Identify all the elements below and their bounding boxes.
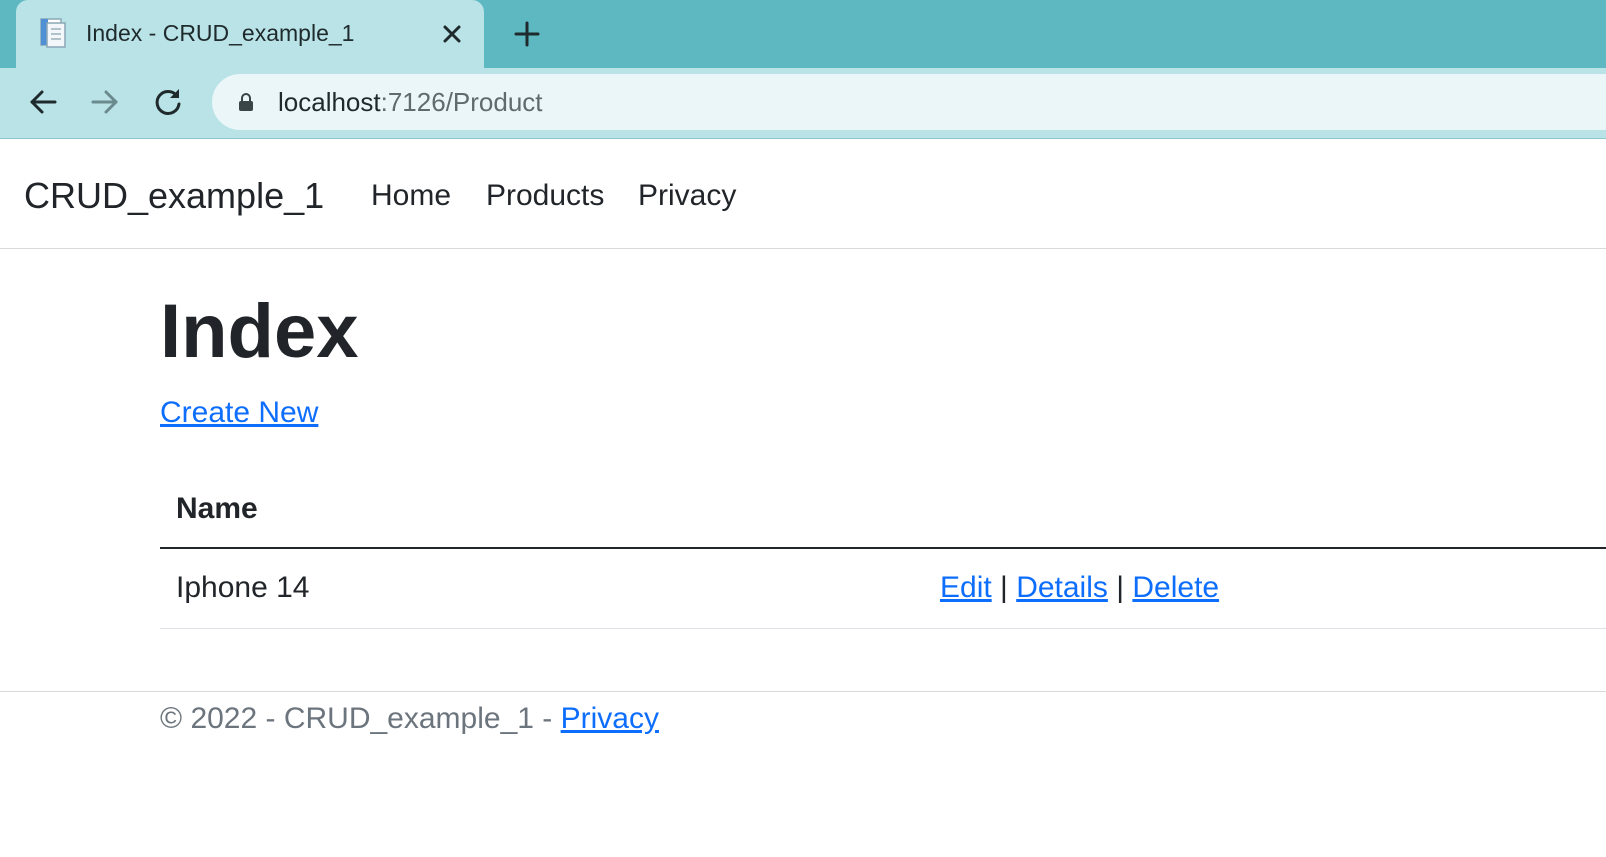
products-table: Name Iphone 14 Edit | Details | Delete [160,470,1606,629]
lock-icon[interactable] [238,92,254,112]
create-new-link[interactable]: Create New [160,396,318,430]
forward-arrow-icon[interactable] [87,84,123,120]
reload-icon[interactable] [150,84,186,120]
footer-text: © 2022 - CRUD_example_1 - Privacy [160,702,659,736]
delete-link[interactable]: Delete [1132,571,1219,604]
url-host: localhost [278,87,381,117]
nav-link-home[interactable]: Home [371,179,451,213]
tab-title: Index - CRUD_example_1 [86,20,355,46]
plus-icon[interactable] [512,19,542,49]
edit-link[interactable]: Edit [940,571,992,604]
nav-link-privacy[interactable]: Privacy [638,179,736,213]
action-separator: | [1116,571,1125,604]
close-icon[interactable] [438,20,466,48]
copyright-text: © 2022 - CRUD_example_1 - [160,702,561,735]
url-path: :7126/Product [380,87,543,117]
row-actions: Edit | Details | Delete [940,571,1219,605]
address-bar[interactable]: localhost:7126/Product [212,74,1606,130]
url-text: localhost:7126/Product [278,87,543,118]
nav-link-products[interactable]: Products [486,179,604,213]
details-link[interactable]: Details [1016,571,1108,604]
table-row: Iphone 14 Edit | Details | Delete [160,549,1606,629]
action-separator: | [1000,571,1008,604]
browser-tab[interactable]: Index - CRUD_example_1 [16,0,484,68]
site-footer: © 2022 - CRUD_example_1 - Privacy [0,691,1606,772]
product-name-cell: Iphone 14 [176,571,310,604]
site-navbar: CRUD_example_1 Home Products Privacy [0,139,1606,249]
back-arrow-icon[interactable] [25,84,61,120]
table-header-row: Name [160,470,1606,549]
page-title: Index [160,289,359,374]
footer-privacy-link[interactable]: Privacy [561,702,659,735]
browser-tabstrip: Index - CRUD_example_1 [0,0,1606,68]
column-header-name: Name [176,492,258,525]
brand-link[interactable]: CRUD_example_1 [24,175,324,217]
page-icon [40,18,66,48]
browser-toolbar: localhost:7126/Product [0,68,1606,139]
